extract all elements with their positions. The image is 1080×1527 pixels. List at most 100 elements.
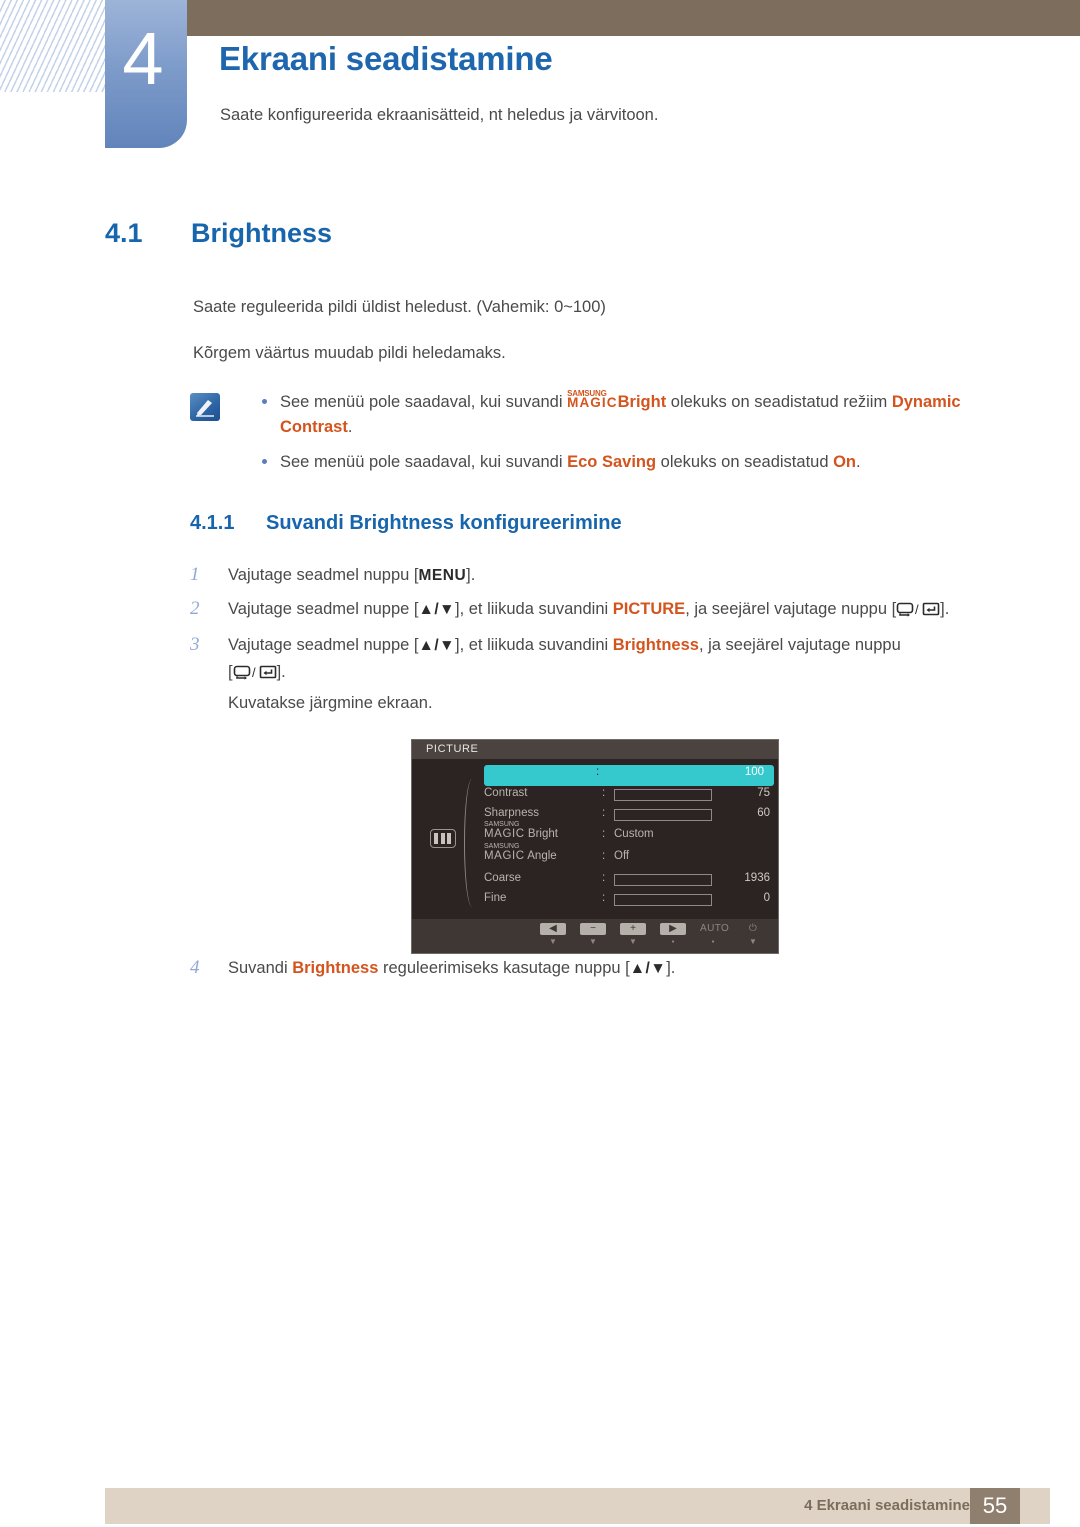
left-arrow-button[interactable]: ◀ ▼ — [540, 923, 566, 946]
bar-1 — [434, 833, 438, 844]
step-number: 4 — [190, 957, 200, 978]
osd-slider[interactable] — [614, 788, 712, 801]
step-text-pre: Vajutage seadmel nuppe [ — [228, 636, 419, 654]
key-menu: MENU — [418, 567, 467, 584]
osd-row-contrast[interactable]: Contrast : 75 — [484, 786, 774, 807]
osd-value: 75 — [757, 786, 770, 799]
note-list: See menüü pole saadaval, kui suvandi SAM… — [190, 389, 990, 475]
bar-3 — [447, 833, 451, 844]
footer-text: 4 Ekraani seadistamine — [804, 1497, 970, 1514]
osd-label: Coarse — [484, 871, 522, 884]
left-arrow-icon: ◀ — [540, 923, 566, 935]
step-text-mid: ], et liikuda suvandini — [455, 636, 613, 654]
osd-row-coarse[interactable]: Coarse : 1936 — [484, 871, 774, 892]
button-sub-marker: ▼ — [589, 937, 597, 946]
note-highlight-1: Eco Saving — [567, 453, 657, 471]
note-item: See menüü pole saadaval, kui suvandi SAM… — [190, 389, 990, 440]
auto-button[interactable]: AUTO ▪ — [700, 923, 729, 946]
power-button[interactable]: ⏻ ▼ — [740, 923, 766, 946]
note-text-post: . — [856, 453, 861, 471]
osd-row-fine[interactable]: Fine : 0 — [484, 891, 774, 912]
osd-picture-menu: PICTURE Brightness : 100 Contrast : 75 S… — [411, 739, 779, 954]
osd-arc-decoration — [464, 779, 480, 907]
osd-button-bar: ◀ ▼ − ▼ + ▼ ▶ ▪ AUTO ▪ ⏻ ▼ — [412, 919, 778, 953]
button-sub-marker: ▼ — [549, 937, 557, 946]
step-text-tail: ]. — [940, 600, 950, 618]
osd-value: 1936 — [744, 871, 770, 884]
step-highlight: Brightness — [612, 636, 699, 654]
plus-icon: + — [620, 923, 646, 935]
osd-label: Sharpness — [484, 807, 539, 819]
step-text-tail: ]. — [276, 663, 286, 681]
note-highlight-2: On — [833, 453, 857, 471]
bar-2 — [440, 833, 445, 844]
button-sub-marker: ▼ — [629, 937, 637, 946]
section-title: Brightness — [191, 218, 333, 248]
osd-rows: Brightness : 100 Contrast : 75 Sharpness… — [484, 765, 774, 912]
right-arrow-button[interactable]: ▶ ▪ — [660, 923, 686, 946]
page-footer: 4 Ekraani seadistamine 55 — [105, 1488, 1050, 1524]
osd-row-brightness[interactable]: Brightness : 100 — [484, 765, 774, 786]
page-number: 55 — [970, 1488, 1020, 1524]
chapter-subtitle: Saate konfigureerida ekraanisätteid, nt … — [220, 106, 659, 124]
osd-slider[interactable] — [614, 873, 712, 886]
section-heading: 4.1 Brightness — [105, 218, 332, 249]
subsection-heading: 4.1.1 Suvandi Brightness konfigureerimine — [190, 512, 622, 535]
button-sub-marker: ▪ — [711, 937, 715, 946]
samsung-magic-logo: SAMSUNG MAGIC — [484, 821, 525, 840]
step-text-mid: reguleerimiseks kasutage nuppu [ — [378, 959, 630, 977]
osd-value: 60 — [757, 807, 770, 819]
magic-text: MAGIC — [484, 849, 525, 862]
note-text-post: . — [347, 418, 353, 436]
step-number: 1 — [190, 564, 200, 585]
step-text-pre: Suvandi — [228, 959, 293, 977]
step-text-post: ]. — [466, 566, 476, 584]
step-text-post: ]. — [666, 959, 676, 977]
osd-slider[interactable] — [608, 769, 720, 781]
chapter-number-tab: 4 — [105, 0, 187, 148]
samsung-small-text: SAMSUNG — [484, 820, 520, 828]
section-paragraph-1: Saate reguleerida pildi üldist heledust.… — [193, 298, 606, 316]
bullet-icon — [262, 459, 267, 464]
magic-text: MAGIC — [484, 827, 525, 840]
osd-row-magicangle[interactable]: SAMSUNG MAGIC Angle : Off — [484, 843, 774, 871]
step-item: 1 Vajutage seadmel nuppu [MENU]. — [190, 562, 1010, 589]
samsung-small-text: SAMSUNG — [567, 389, 607, 398]
osd-value: 0 — [763, 892, 770, 904]
samsung-magic-logo: SAMSUNG MAGIC — [484, 843, 525, 862]
step-text-post: , ja seejärel vajutage nuppu — [698, 636, 901, 654]
osd-slider[interactable] — [614, 809, 712, 821]
magic-bright-suffix: Bright — [617, 393, 667, 411]
osd-row-sharpness[interactable]: Sharpness : 60 — [484, 806, 774, 827]
minus-button[interactable]: − ▼ — [580, 923, 606, 946]
step-text-mid: ], et liikuda suvandini — [455, 600, 613, 618]
power-icon: ⏻ — [748, 923, 758, 934]
section-number: 4.1 — [105, 218, 143, 248]
osd-colon: : — [602, 786, 606, 799]
section-paragraph-2: Kõrgem väärtus muudab pildi heledamaks. — [193, 344, 506, 362]
osd-row-magicbright[interactable]: SAMSUNG MAGIC Bright : Custom — [484, 821, 774, 849]
osd-slider[interactable] — [614, 894, 712, 906]
button-sub-marker: ▪ — [671, 937, 675, 946]
chapter-title: Ekraani seadistamine — [219, 40, 553, 77]
osd-title: PICTURE — [412, 740, 778, 759]
subsection-title: Suvandi Brightness konfigureerimine — [266, 512, 622, 534]
step-number: 3 — [190, 634, 200, 655]
step-sub-note: Kuvatakse järgmine ekraan. — [228, 694, 433, 712]
steps-list: 1 Vajutage seadmel nuppu [MENU]. 2 Vajutag… — [190, 562, 1010, 723]
key-up-down: ▲/▼ — [418, 637, 455, 654]
step-text-pre: Vajutage seadmel nuppu [ — [228, 566, 419, 584]
osd-colon: : — [602, 892, 606, 904]
picture-bars-icon — [430, 829, 456, 848]
header-brown-bar — [186, 0, 1080, 36]
samsung-magic-logo: SAMSUNG MAGIC — [567, 389, 618, 415]
plus-button[interactable]: + ▼ — [620, 923, 646, 946]
step-item: 4 Suvandi Brightness reguleerimiseks kasu… — [190, 955, 1010, 982]
minus-icon: − — [580, 923, 606, 935]
right-arrow-icon: ▶ — [660, 923, 686, 935]
note-text-mid: olekuks on seadistatud — [656, 453, 834, 471]
step-text-pre: Vajutage seadmel nuppe [ — [228, 600, 419, 618]
note-item: See menüü pole saadaval, kui suvandi Eco… — [190, 450, 990, 475]
svg-text:/: / — [915, 602, 919, 617]
osd-label-suffix: Angle — [527, 849, 557, 862]
